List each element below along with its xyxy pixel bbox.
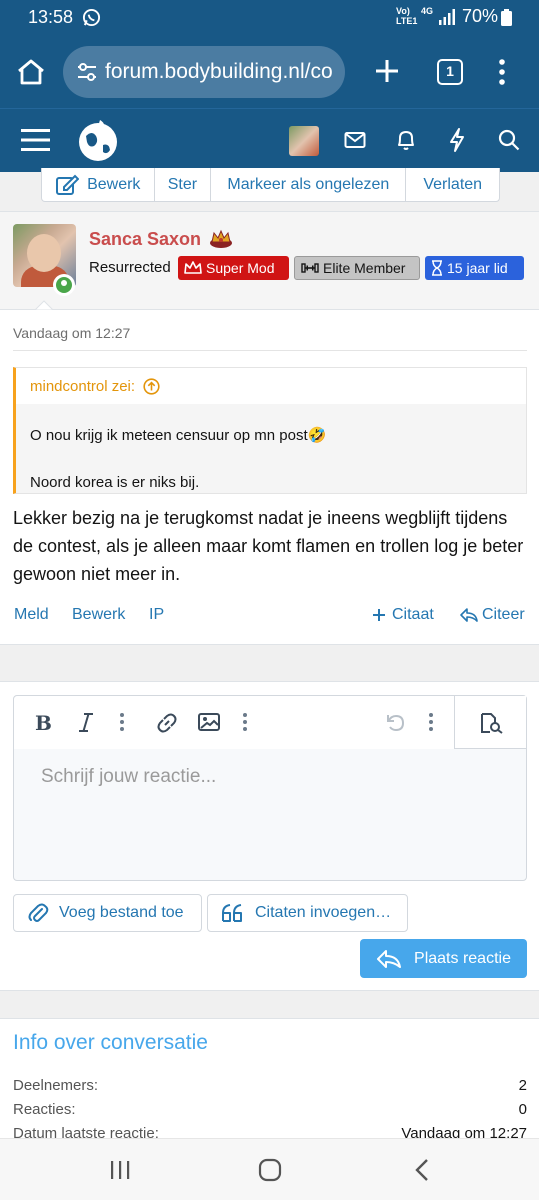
status-time: 13:58 (28, 7, 74, 27)
more-menu-icon[interactable] (494, 58, 510, 86)
username[interactable]: Sanca Saxon (89, 229, 201, 250)
browser-toolbar: forum.bodybuilding.nl/co 1 (0, 36, 539, 108)
undo-icon[interactable] (384, 712, 406, 734)
message-body: Lekker bezig na je terugkomst nadat je i… (13, 508, 524, 584)
signal-icon (439, 9, 455, 25)
editor-toolbar: B (14, 696, 526, 749)
crown-icon (210, 229, 232, 248)
info-title: Info over conversatie (13, 1031, 208, 1054)
quote-header[interactable]: mindcontrol zei: (16, 368, 526, 404)
info-row: Deelnemers: 2 (13, 1077, 527, 1094)
edit-thread-button[interactable]: Bewerk (42, 168, 155, 201)
inbox-icon[interactable] (344, 130, 366, 150)
conversation-info: Info over conversatie Deelnemers: 2 React… (0, 1018, 539, 1148)
thread-actions-group: Bewerk Ster Markeer als ongelezen Verlat… (41, 168, 500, 202)
quote-line: Noord korea is er niks bij. (30, 474, 200, 491)
more-options-icon[interactable] (428, 712, 434, 732)
message: Sanca Saxon Resurrected Super Mod Elite … (0, 211, 539, 645)
message-user-header: Sanca Saxon Resurrected Super Mod Elite … (0, 212, 539, 310)
svg-text:B: B (35, 712, 52, 734)
user-caret (35, 300, 53, 310)
attach-file-button[interactable]: Voeg bestand toe (13, 894, 202, 932)
site-logo-icon[interactable] (77, 118, 119, 164)
link-icon[interactable] (155, 712, 179, 734)
mark-unread-button[interactable]: Markeer als ongelezen (211, 168, 407, 201)
elite-member-badge: Elite Member (294, 256, 420, 280)
site-settings-icon[interactable] (76, 62, 98, 82)
user-avatar[interactable] (289, 126, 319, 156)
ip-link[interactable]: IP (149, 606, 164, 624)
more-insert-icon[interactable] (242, 712, 248, 732)
edit-link[interactable]: Bewerk (72, 606, 125, 624)
bold-icon[interactable]: B (34, 712, 52, 734)
preview-icon (481, 713, 503, 734)
network-type: 4G (421, 6, 434, 16)
forum-navbar (0, 108, 539, 172)
italic-icon[interactable] (77, 712, 95, 734)
tab-switcher-button[interactable]: 1 (437, 59, 463, 85)
post-reply-button[interactable]: Plaats reactie (360, 939, 527, 978)
online-status-icon (53, 274, 75, 296)
battery-icon (501, 9, 512, 26)
quote-block: mindcontrol zei: O nou krijg ik meteen c… (13, 367, 527, 494)
message-date[interactable]: Vandaag om 12:27 (13, 325, 130, 341)
crown-outline-icon (184, 261, 202, 274)
plus-icon (373, 609, 385, 621)
image-icon[interactable] (197, 712, 221, 732)
recent-apps-icon[interactable] (109, 1159, 131, 1181)
network-label: Vo) LTE1 (396, 6, 418, 26)
leave-thread-button[interactable]: Verlaten (406, 168, 499, 201)
divider (13, 350, 527, 351)
more-formatting-icon[interactable] (119, 712, 125, 732)
url-text: forum.bodybuilding.nl/co (105, 60, 333, 83)
reply-arrow-icon (460, 608, 478, 622)
search-icon[interactable] (498, 129, 520, 151)
preview-button[interactable] (454, 696, 526, 749)
quote-marks-icon (222, 904, 242, 922)
reply-icon (377, 949, 402, 968)
quote-line: O nou krijg ik meteen censuur op mn post… (30, 427, 327, 444)
system-navigation-bar (0, 1138, 539, 1200)
hourglass-icon (432, 260, 442, 276)
whats-new-bolt-icon[interactable] (448, 127, 466, 153)
report-link[interactable]: Meld (14, 606, 49, 624)
back-icon[interactable] (413, 1158, 431, 1182)
multiquote-link[interactable]: Citaat (372, 606, 434, 624)
years-member-badge: 15 jaar lid (425, 256, 524, 280)
paperclip-icon (28, 903, 49, 922)
thread-actions-bar: Bewerk Ster Markeer als ongelezen Verlat… (0, 168, 539, 210)
menu-icon[interactable] (21, 128, 50, 152)
home-button-icon[interactable] (258, 1158, 282, 1182)
notifications-bell-icon[interactable] (396, 128, 416, 152)
whatsapp-icon (82, 8, 101, 27)
arrow-up-circle-icon[interactable] (143, 377, 160, 395)
battery-level: 70% (462, 6, 499, 26)
super-mod-badge: Super Mod (178, 256, 289, 280)
status-bar: 13:58 Vo) LTE1 4G 70% (0, 0, 539, 36)
new-tab-icon[interactable] (374, 58, 400, 84)
reply-editor[interactable]: B Schrijf jouw reactie... (13, 695, 527, 881)
home-icon[interactable] (16, 58, 46, 86)
user-title: Resurrected (89, 259, 171, 276)
insert-quotes-button[interactable]: Citaten invoegen… (207, 894, 408, 932)
dumbbell-icon (301, 263, 319, 273)
info-row: Reacties: 0 (13, 1101, 527, 1118)
quick-reply: B Schrijf jouw reactie... Voeg bestand t… (0, 681, 539, 991)
address-bar[interactable]: forum.bodybuilding.nl/co (63, 46, 345, 98)
star-thread-button[interactable]: Ster (155, 168, 212, 201)
quote-reply-link[interactable]: Citeer (459, 606, 525, 624)
quote-author: mindcontrol zei: (30, 377, 136, 395)
edit-icon (56, 174, 80, 195)
reply-placeholder: Schrijf jouw reactie... (41, 766, 217, 787)
